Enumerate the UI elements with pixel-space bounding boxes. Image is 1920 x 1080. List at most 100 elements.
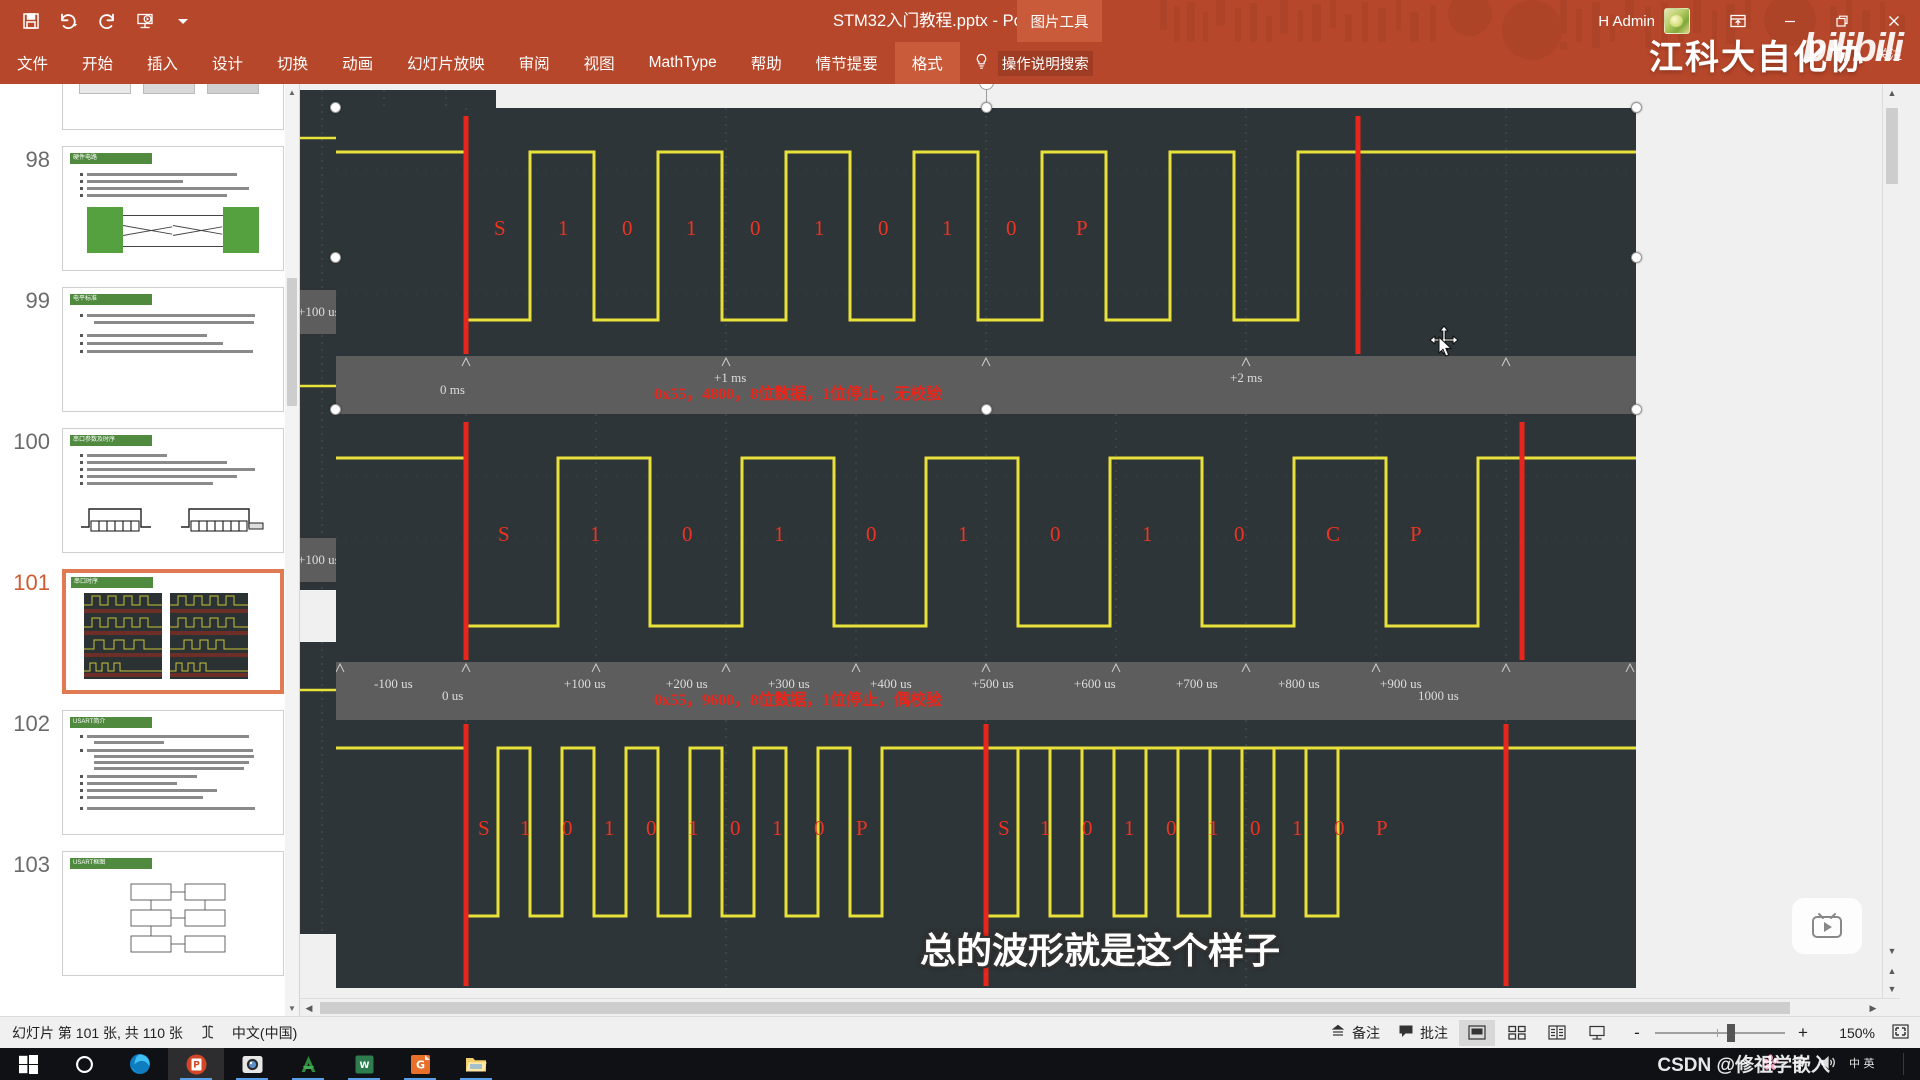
scroll-up-icon[interactable]: ▲ (285, 84, 299, 100)
ribbon-display-options-icon[interactable] (1712, 0, 1764, 42)
network-icon[interactable] (1791, 1055, 1808, 1073)
scrollbar-thumb[interactable] (320, 1002, 1790, 1014)
thumbnail-scrollbar[interactable]: ▲ ▼ (285, 84, 299, 1016)
bit-label: 0 (878, 216, 889, 241)
next-slide-icon[interactable]: ▼ (1883, 980, 1900, 998)
bit-label: 0 (1166, 816, 1177, 841)
scrollbar-thumb[interactable] (1886, 108, 1898, 184)
slide-sorter-view-button[interactable] (1499, 1020, 1535, 1046)
list-item[interactable]: 99 电平标准 (0, 287, 299, 412)
tab-format[interactable]: 格式 (895, 42, 960, 84)
zoom-slider[interactable] (1655, 1032, 1785, 1034)
scroll-left-icon[interactable]: ◀ (300, 999, 318, 1016)
scrollbar-thumb[interactable] (287, 278, 297, 406)
canvas-vertical-scrollbar[interactable]: ▲ ▼ ▲ ▼ (1882, 84, 1900, 1016)
show-desktop-divider[interactable] (1903, 1053, 1904, 1075)
tab-view[interactable]: 视图 (567, 42, 632, 84)
tab-design[interactable]: 设计 (195, 42, 260, 84)
slide-thumbnail-pane[interactable]: 97 98 硬件电路 (0, 84, 300, 1016)
resize-handle-bottom-left[interactable] (330, 404, 341, 415)
list-item[interactable]: 100 串口参数及时序 (0, 428, 299, 553)
undo-icon[interactable] (52, 5, 86, 37)
thumbnail-slide-selected[interactable]: 串口时序 (62, 569, 284, 694)
start-button[interactable] (0, 1048, 56, 1080)
oscilloscope-picture[interactable]: S 1 0 1 0 1 0 1 0 P (336, 108, 1636, 988)
tab-review[interactable]: 审阅 (502, 42, 567, 84)
gitee-icon[interactable]: G (392, 1048, 448, 1080)
tab-storyboard[interactable]: 情节提要 (799, 42, 895, 84)
screen-capture-icon[interactable] (224, 1048, 280, 1080)
thumbnail-slide[interactable]: 串口参数及时序 (62, 428, 284, 553)
scroll-down-icon[interactable]: ▼ (285, 1000, 299, 1016)
thumbnail-slide[interactable]: 电平标准 (62, 287, 284, 412)
list-item[interactable]: 101 串口时序 (0, 569, 299, 694)
tab-file[interactable]: 文件 (0, 42, 65, 84)
resize-handle-middle-left[interactable] (330, 252, 341, 263)
slide-indicator[interactable]: 幻灯片 第 101 张, 共 110 张 (12, 1023, 183, 1043)
zoom-control[interactable]: - + 150% (1629, 1023, 1910, 1043)
tab-insert[interactable]: 插入 (130, 42, 195, 84)
zoom-percentage[interactable]: 150% (1821, 1025, 1875, 1041)
slide-canvas[interactable]: +100 us +200 us +3 us +100 us +200 us +3… (300, 84, 1900, 1016)
close-icon[interactable] (1868, 0, 1920, 42)
tell-me-search[interactable]: 操作说明搜索 (960, 42, 1107, 84)
resize-handle-bottom-center[interactable] (981, 404, 992, 415)
thumbnail-slide[interactable]: USART框图 (62, 851, 284, 976)
list-item[interactable]: 97 (0, 84, 299, 130)
avatar[interactable] (1664, 8, 1690, 34)
scroll-right-icon[interactable]: ▶ (1864, 999, 1882, 1016)
wps-icon[interactable]: W (336, 1048, 392, 1080)
resize-handle-top-right[interactable] (1631, 102, 1642, 113)
thumbnail-slide[interactable] (62, 84, 284, 130)
redo-icon[interactable] (90, 5, 124, 37)
sakura-app-icon[interactable] (1762, 1054, 1779, 1074)
list-item[interactable]: 102 USART简介 (0, 710, 299, 835)
comments-button[interactable]: 批注 (1391, 1021, 1455, 1045)
notes-button[interactable]: 备注 (1323, 1021, 1387, 1045)
ribbon-tab-bar: 文件 开始 插入 设计 切换 动画 幻灯片放映 审阅 视图 MathType 帮… (0, 42, 1920, 84)
rotation-handle[interactable] (979, 84, 994, 90)
ime-icon[interactable]: 中 英 (1849, 1055, 1885, 1073)
restore-icon[interactable] (1816, 0, 1868, 42)
list-item[interactable]: 103 USART框图 (0, 851, 299, 976)
account-name[interactable]: H Admin (1598, 13, 1655, 30)
thumbnail-slide[interactable]: 硬件电路 (62, 146, 284, 271)
powerpoint-icon[interactable]: P (168, 1048, 224, 1080)
accessibility-icon[interactable] (199, 1024, 216, 1042)
tab-slideshow[interactable]: 幻灯片放映 (390, 42, 502, 84)
resize-handle-top-center[interactable] (981, 102, 992, 113)
axure-icon[interactable] (280, 1048, 336, 1080)
tab-home[interactable]: 开始 (65, 42, 130, 84)
ribbon-decoration (1140, 42, 1920, 84)
cortana-search-button[interactable] (56, 1048, 112, 1080)
list-item[interactable]: 98 硬件电路 (0, 146, 299, 271)
tab-mathtype[interactable]: MathType (632, 42, 734, 84)
zoom-slider-handle[interactable] (1727, 1024, 1735, 1042)
reading-view-button[interactable] (1539, 1020, 1575, 1046)
thumbnail-slide[interactable]: USART简介 (62, 710, 284, 835)
scroll-up-icon[interactable]: ▲ (1883, 84, 1900, 102)
normal-view-button[interactable] (1459, 1020, 1495, 1046)
microsoft-edge-icon[interactable] (112, 1048, 168, 1080)
save-icon[interactable] (14, 5, 48, 37)
canvas-horizontal-scrollbar[interactable]: ◀ ▶ (300, 998, 1900, 1016)
tab-help[interactable]: 帮助 (734, 42, 799, 84)
customize-qat-icon[interactable] (166, 5, 200, 37)
language-indicator[interactable]: 中文(中国) (232, 1023, 297, 1043)
resize-handle-top-left[interactable] (330, 102, 341, 113)
resize-handle-bottom-right[interactable] (1631, 404, 1642, 415)
tab-animations[interactable]: 动画 (325, 42, 390, 84)
resize-handle-middle-right[interactable] (1631, 252, 1642, 263)
volume-icon[interactable] (1820, 1055, 1837, 1073)
title-bar: STM32入门教程.pptx - PowerPoint 图片工具 H Admin (0, 0, 1920, 42)
minimize-icon[interactable] (1764, 0, 1816, 42)
start-slideshow-icon[interactable] (128, 5, 162, 37)
play-overlay-button[interactable] (1792, 898, 1862, 954)
fit-to-window-button[interactable] (1891, 1023, 1910, 1043)
show-hidden-icons-icon[interactable] (1736, 1056, 1750, 1073)
zoom-in-button[interactable]: + (1795, 1023, 1811, 1043)
file-explorer-icon[interactable] (448, 1048, 504, 1080)
tab-transitions[interactable]: 切换 (260, 42, 325, 84)
zoom-out-button[interactable]: - (1629, 1023, 1645, 1043)
slideshow-view-button[interactable] (1579, 1020, 1615, 1046)
